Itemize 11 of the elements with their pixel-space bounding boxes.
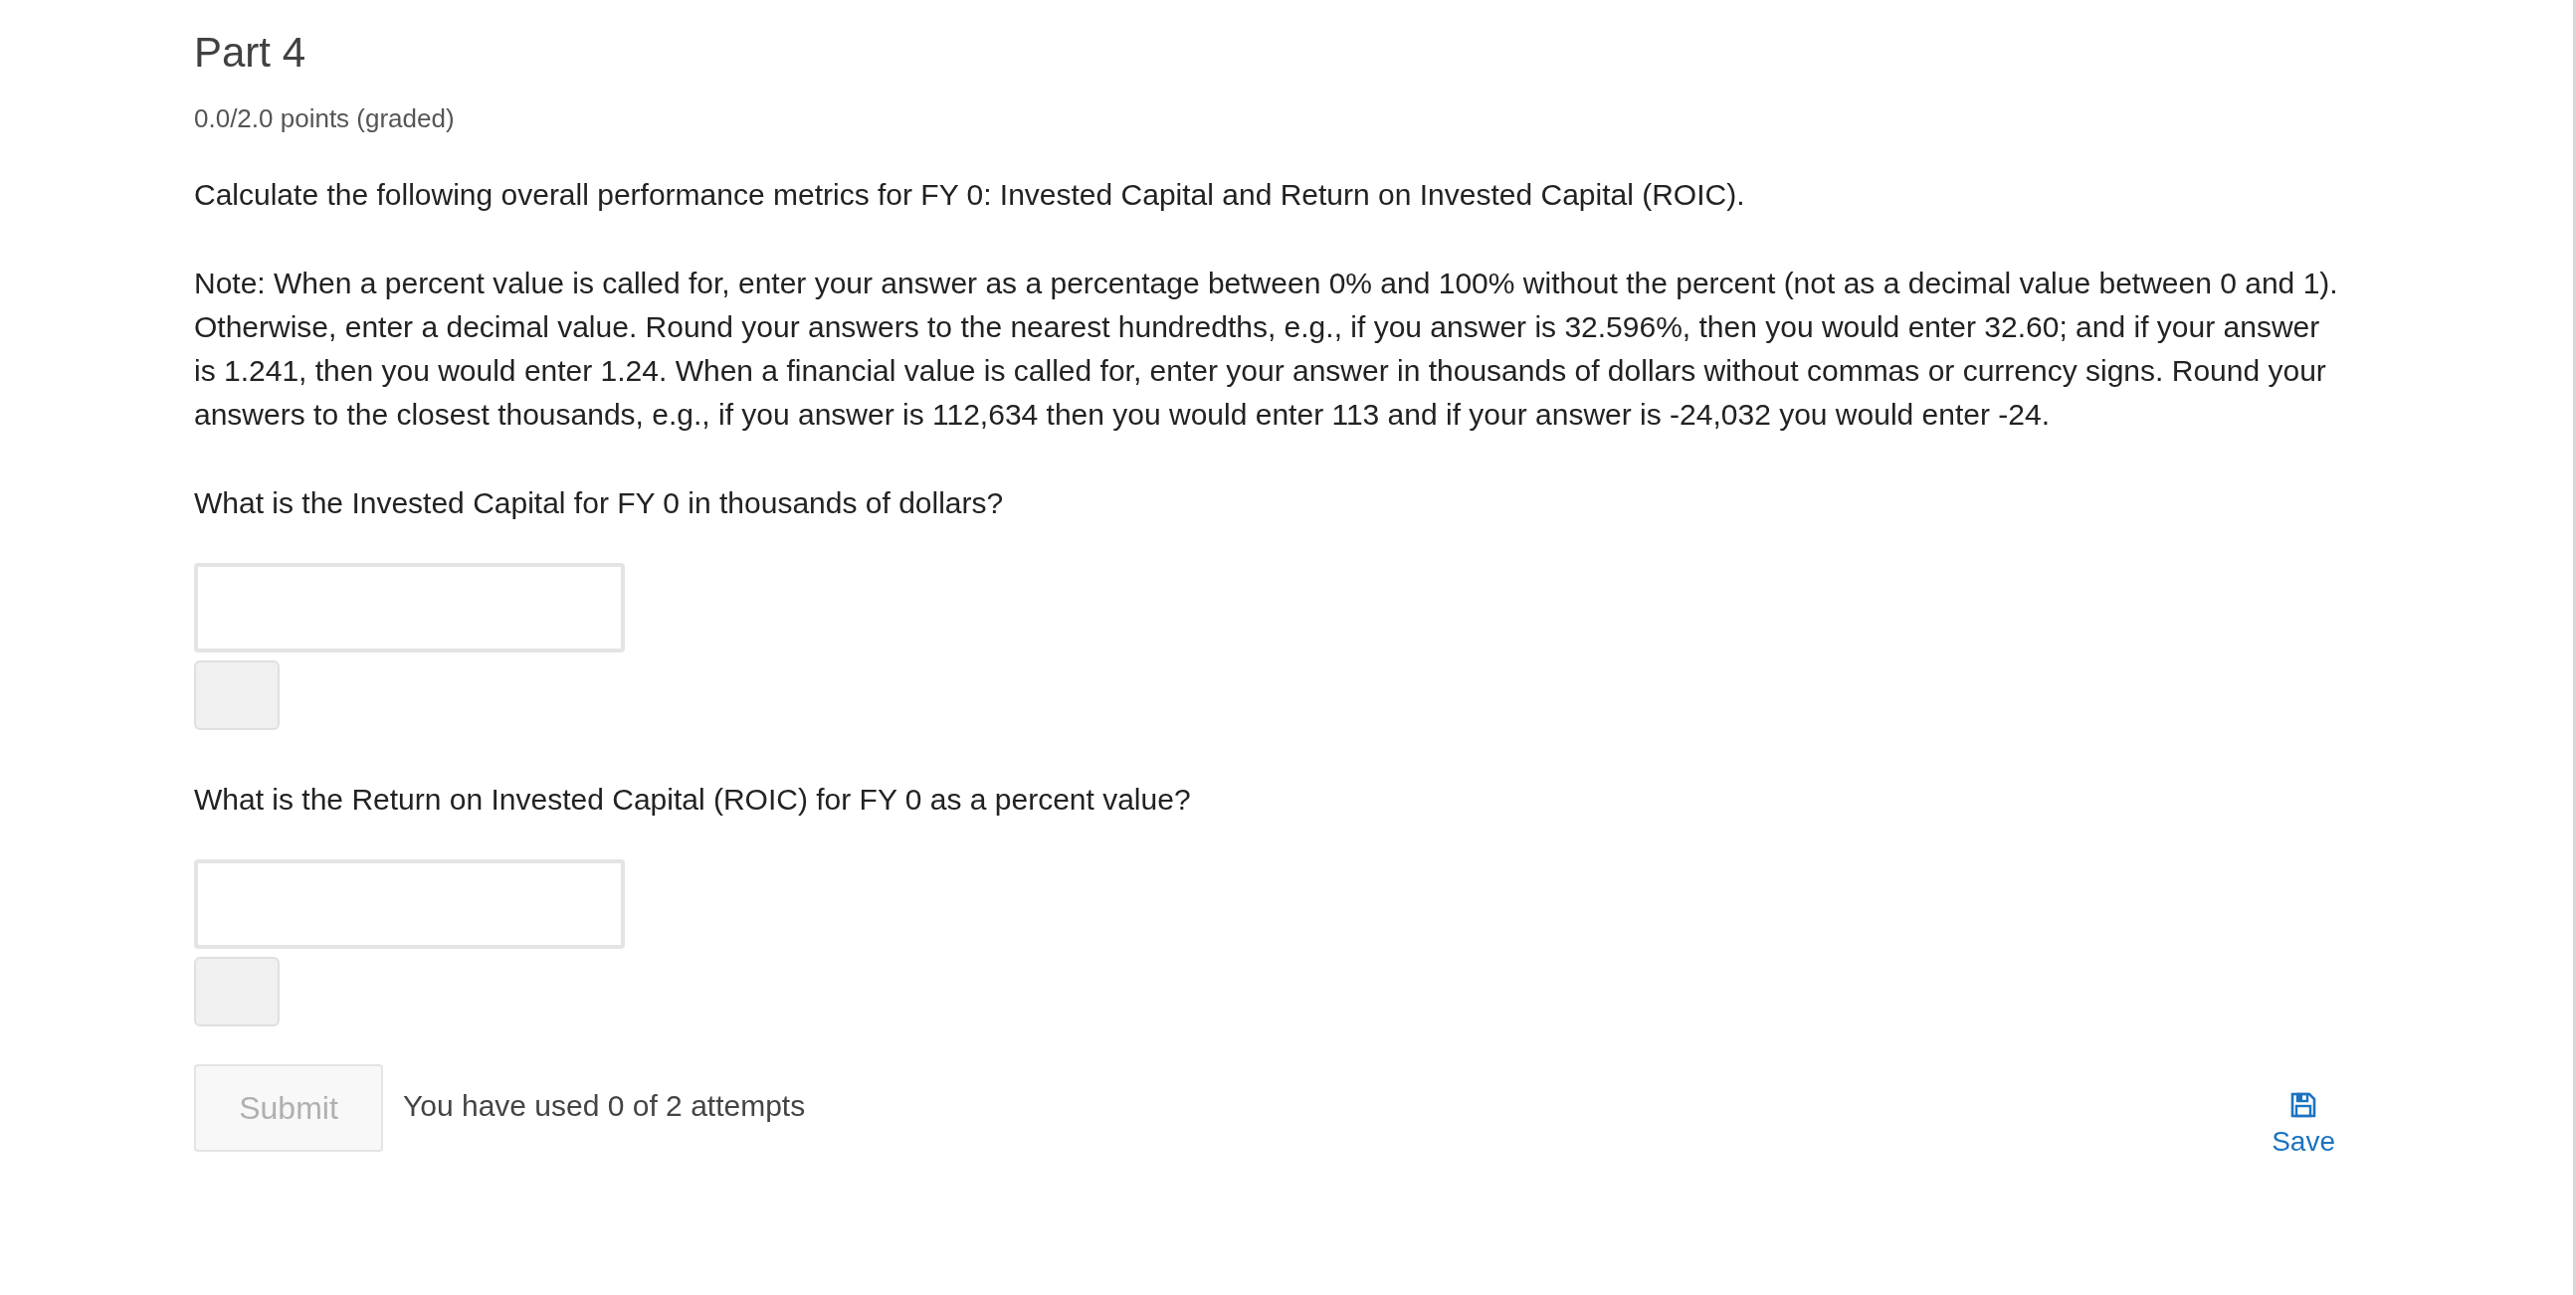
save-icon	[2290, 1092, 2317, 1118]
part-title: Part 4	[194, 28, 307, 78]
save-button[interactable]: Save	[2272, 1092, 2335, 1158]
question-text: What is the Invested Capital for FY 0 in thousands of dollars?	[194, 485, 1005, 521]
attempts-text: You have used 0 of 2 attempts	[403, 1088, 806, 1124]
note-text: Note: When a percent value is called for, enter your answer as a percentage between 0% and 100% without the percent (not as a decimal value between 0 and 1). Otherwise, enter a decimal value. Round your answers to the nearest hundredths, e.g., if you answer is 32.596%, then you would enter 32.60; and if your answer is 1.241, then you would enter 1.24. When a financial value is called for, enter your answer in thousands of dollars without commas or currency signs. Round your answers to the closest thousands, e.g., if you answer is 112,634 then you would enter 113 and if your answer is -24,032 you would enter -24.	[194, 266, 2339, 433]
answer-field[interactable]	[194, 563, 625, 652]
answer-field[interactable]	[194, 859, 625, 949]
points-label: 0.0/2.0 points (graded)	[194, 102, 456, 135]
instructions-text: Calculate the following overall performance metrics for FY 0: Invested Capital and Return on Invested Capital (ROIC).	[194, 177, 1746, 213]
question-text: What is the Return on Invested Capital (ROIC) for FY 0 as a percent value?	[194, 782, 1192, 818]
